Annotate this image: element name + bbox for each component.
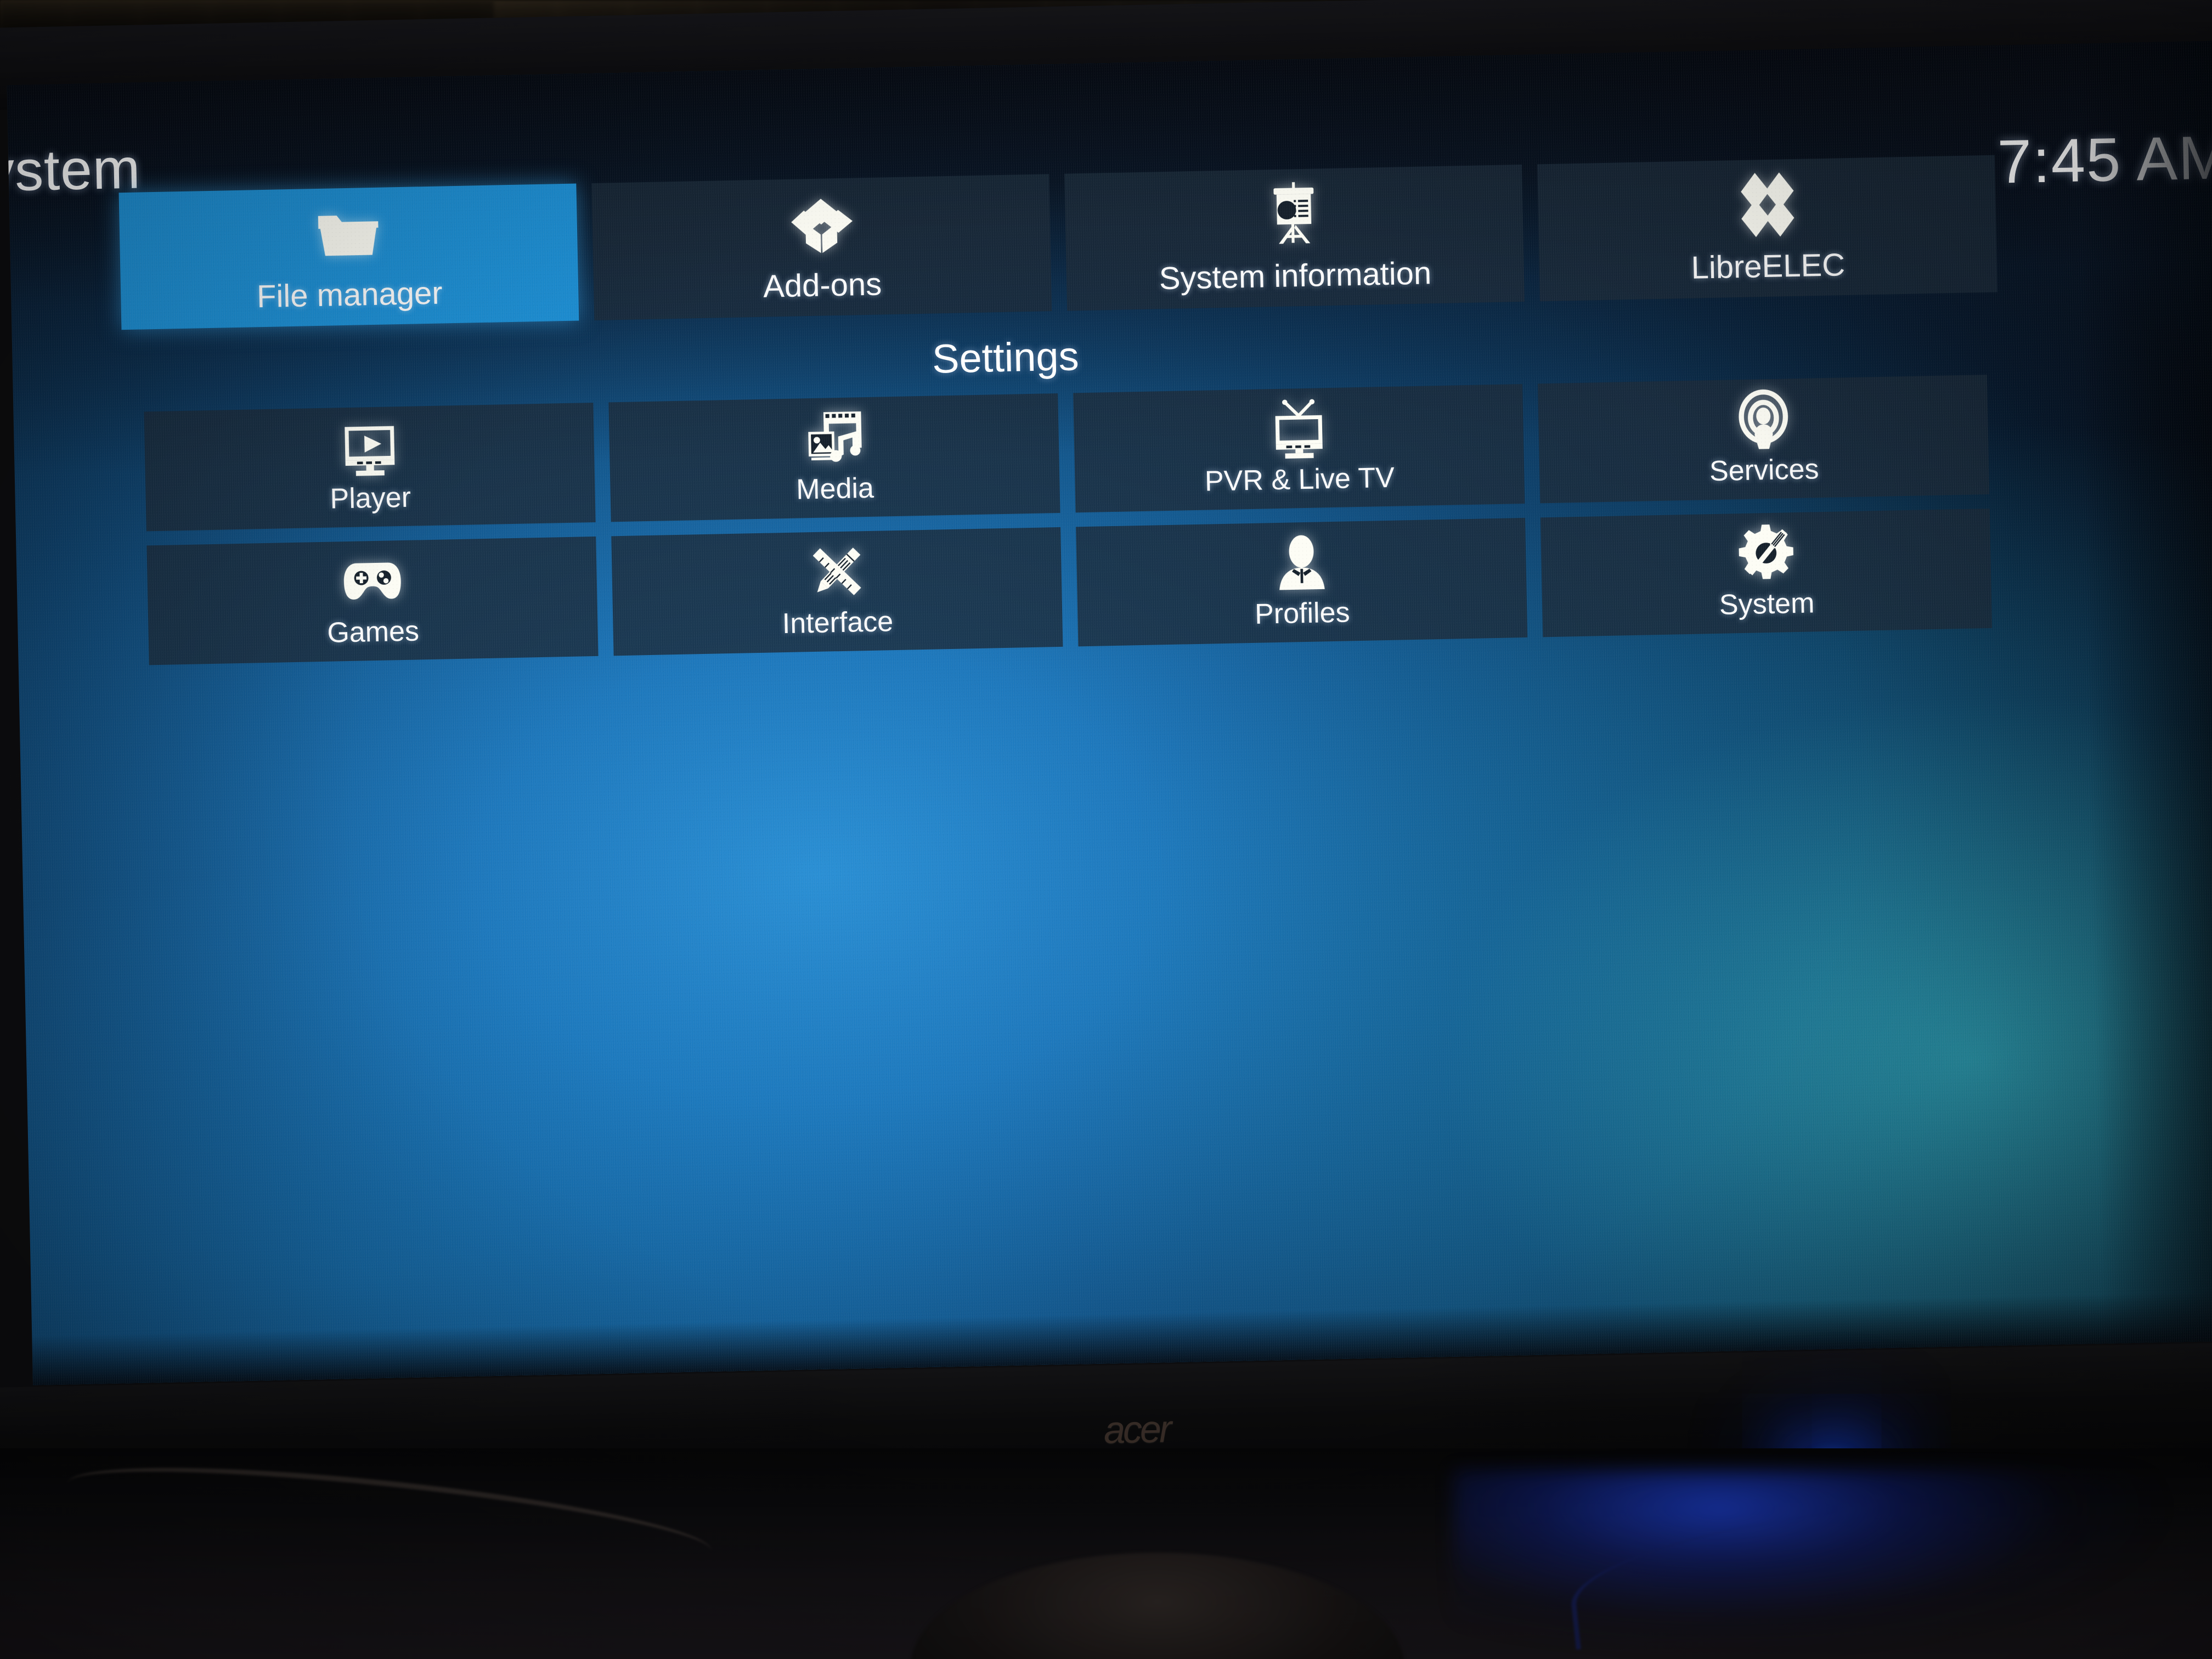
monitor-screen: System 7:45 AM File manager [7,41,2212,1385]
tile-label: Services [1709,453,1820,488]
person-icon [1268,529,1334,595]
tile-label: System [1719,587,1815,621]
tile-label: Interface [782,606,894,640]
tile-libreelec[interactable]: LibreELEC [1537,155,1997,302]
monitor-brand-logo: acer [1103,1407,1170,1452]
tile-label: Profiles [1254,596,1351,630]
tile-label: File manager [256,275,443,315]
kodi-system-menu: System 7:45 AM File manager [7,41,2212,1385]
tile-add-ons[interactable]: Add-ons [591,174,1052,320]
tile-interface[interactable]: Interface [611,527,1063,656]
folder-icon [312,196,385,269]
settings-grid: Player Media PVR & Live TV Services Game… [144,374,1993,665]
tile-label: System information [1159,255,1432,297]
tile-media[interactable]: Media [608,393,1060,522]
tile-services[interactable]: Services [1537,374,1990,504]
open-box-icon [785,187,858,259]
tile-pvr-live-tv[interactable]: PVR & Live TV [1073,383,1525,513]
acer-monitor: System 7:45 AM File manager [0,0,2212,1510]
tile-system-information[interactable]: System information [1064,164,1525,311]
tv-antenna-icon [1266,396,1331,461]
tile-player[interactable]: Player [144,402,596,532]
tile-label: Player [329,481,411,515]
tile-label: Games [326,615,420,649]
tile-label: LibreELEC [1690,247,1846,286]
film-photo-music-icon [801,405,867,471]
tile-system[interactable]: System [1540,508,1993,637]
tile-profiles[interactable]: Profiles [1076,517,1528,647]
gamepad-icon [339,548,405,614]
tile-games[interactable]: Games [146,536,599,665]
pencil-ruler-icon [804,539,870,605]
photograph-of-monitor: System 7:45 AM File manager [0,0,2212,1659]
presentation-icon [1257,177,1330,250]
tile-file-manager[interactable]: File manager [119,183,579,330]
monitor-play-icon [336,414,402,480]
broadcast-person-icon [1730,386,1796,452]
gear-screwdriver-icon [1733,520,1799,586]
libreelec-logo-icon [1730,168,1803,241]
tile-label: Add-ons [763,266,882,304]
tile-label: PVR & Live TV [1204,461,1395,498]
tile-label: Media [795,472,874,506]
top-shortcut-row: File manager Add-ons System information … [119,155,1997,330]
